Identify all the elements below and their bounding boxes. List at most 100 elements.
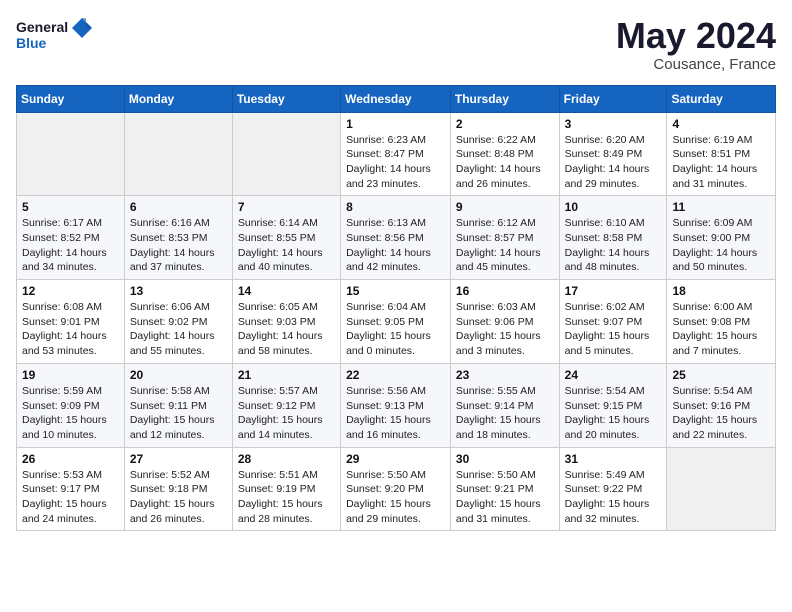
day-detail: Sunrise: 6:10 AMSunset: 8:58 PMDaylight:… <box>565 216 662 275</box>
sunset-text: Sunset: 9:08 PM <box>672 315 770 330</box>
table-row: 3Sunrise: 6:20 AMSunset: 8:49 PMDaylight… <box>559 112 667 196</box>
daylight-text-2: and 16 minutes. <box>346 428 445 443</box>
daylight-text-1: Daylight: 14 hours <box>130 329 227 344</box>
table-row: 21Sunrise: 5:57 AMSunset: 9:12 PMDayligh… <box>232 363 340 447</box>
daylight-text-2: and 50 minutes. <box>672 260 770 275</box>
sunset-text: Sunset: 8:52 PM <box>22 231 119 246</box>
day-detail: Sunrise: 6:17 AMSunset: 8:52 PMDaylight:… <box>22 216 119 275</box>
day-detail: Sunrise: 6:03 AMSunset: 9:06 PMDaylight:… <box>456 300 554 359</box>
daylight-text-1: Daylight: 14 hours <box>22 329 119 344</box>
col-sunday: Sunday <box>17 85 125 112</box>
day-detail: Sunrise: 6:04 AMSunset: 9:05 PMDaylight:… <box>346 300 445 359</box>
table-row: 6Sunrise: 6:16 AMSunset: 8:53 PMDaylight… <box>124 196 232 280</box>
daylight-text-2: and 42 minutes. <box>346 260 445 275</box>
table-row: 22Sunrise: 5:56 AMSunset: 9:13 PMDayligh… <box>341 363 451 447</box>
day-detail: Sunrise: 5:55 AMSunset: 9:14 PMDaylight:… <box>456 384 554 443</box>
sunset-text: Sunset: 9:03 PM <box>238 315 335 330</box>
day-detail: Sunrise: 5:58 AMSunset: 9:11 PMDaylight:… <box>130 384 227 443</box>
daylight-text-2: and 3 minutes. <box>456 344 554 359</box>
sunset-text: Sunset: 9:01 PM <box>22 315 119 330</box>
day-detail: Sunrise: 6:06 AMSunset: 9:02 PMDaylight:… <box>130 300 227 359</box>
sunrise-text: Sunrise: 5:55 AM <box>456 384 554 399</box>
daylight-text-1: Daylight: 14 hours <box>672 246 770 261</box>
day-number: 5 <box>22 200 119 214</box>
day-detail: Sunrise: 6:00 AMSunset: 9:08 PMDaylight:… <box>672 300 770 359</box>
day-number: 30 <box>456 452 554 466</box>
sunset-text: Sunset: 9:05 PM <box>346 315 445 330</box>
day-detail: Sunrise: 5:51 AMSunset: 9:19 PMDaylight:… <box>238 468 335 527</box>
daylight-text-2: and 58 minutes. <box>238 344 335 359</box>
day-number: 14 <box>238 284 335 298</box>
sunrise-text: Sunrise: 6:03 AM <box>456 300 554 315</box>
table-row: 19Sunrise: 5:59 AMSunset: 9:09 PMDayligh… <box>17 363 125 447</box>
daylight-text-1: Daylight: 14 hours <box>346 246 445 261</box>
daylight-text-2: and 29 minutes. <box>565 177 662 192</box>
sunset-text: Sunset: 9:17 PM <box>22 482 119 497</box>
day-number: 8 <box>346 200 445 214</box>
day-detail: Sunrise: 5:50 AMSunset: 9:21 PMDaylight:… <box>456 468 554 527</box>
daylight-text-2: and 31 minutes. <box>456 512 554 527</box>
daylight-text-1: Daylight: 15 hours <box>456 413 554 428</box>
daylight-text-1: Daylight: 15 hours <box>346 497 445 512</box>
logo: General Blue <box>16 16 96 60</box>
sunset-text: Sunset: 9:19 PM <box>238 482 335 497</box>
daylight-text-1: Daylight: 15 hours <box>565 413 662 428</box>
daylight-text-1: Daylight: 15 hours <box>565 497 662 512</box>
sunrise-text: Sunrise: 6:00 AM <box>672 300 770 315</box>
table-row: 16Sunrise: 6:03 AMSunset: 9:06 PMDayligh… <box>450 280 559 364</box>
day-number: 24 <box>565 368 662 382</box>
table-row: 14Sunrise: 6:05 AMSunset: 9:03 PMDayligh… <box>232 280 340 364</box>
sunset-text: Sunset: 8:58 PM <box>565 231 662 246</box>
month-title: May 2024 <box>616 16 776 56</box>
daylight-text-2: and 37 minutes. <box>130 260 227 275</box>
table-row: 20Sunrise: 5:58 AMSunset: 9:11 PMDayligh… <box>124 363 232 447</box>
daylight-text-2: and 22 minutes. <box>672 428 770 443</box>
daylight-text-1: Daylight: 15 hours <box>130 497 227 512</box>
svg-text:Blue: Blue <box>16 35 47 51</box>
col-monday: Monday <box>124 85 232 112</box>
day-detail: Sunrise: 5:53 AMSunset: 9:17 PMDaylight:… <box>22 468 119 527</box>
col-wednesday: Wednesday <box>341 85 451 112</box>
sunrise-text: Sunrise: 5:49 AM <box>565 468 662 483</box>
sunset-text: Sunset: 9:12 PM <box>238 399 335 414</box>
sunrise-text: Sunrise: 5:52 AM <box>130 468 227 483</box>
sunrise-text: Sunrise: 5:51 AM <box>238 468 335 483</box>
sunrise-text: Sunrise: 6:12 AM <box>456 216 554 231</box>
table-row: 17Sunrise: 6:02 AMSunset: 9:07 PMDayligh… <box>559 280 667 364</box>
daylight-text-2: and 48 minutes. <box>565 260 662 275</box>
sunset-text: Sunset: 8:49 PM <box>565 147 662 162</box>
sunrise-text: Sunrise: 6:19 AM <box>672 133 770 148</box>
sunrise-text: Sunrise: 6:20 AM <box>565 133 662 148</box>
day-detail: Sunrise: 5:59 AMSunset: 9:09 PMDaylight:… <box>22 384 119 443</box>
sunset-text: Sunset: 9:02 PM <box>130 315 227 330</box>
sunset-text: Sunset: 9:15 PM <box>565 399 662 414</box>
day-detail: Sunrise: 6:08 AMSunset: 9:01 PMDaylight:… <box>22 300 119 359</box>
day-number: 11 <box>672 200 770 214</box>
location: Cousance, France <box>616 56 776 73</box>
day-detail: Sunrise: 5:54 AMSunset: 9:16 PMDaylight:… <box>672 384 770 443</box>
calendar-header-row: Sunday Monday Tuesday Wednesday Thursday… <box>17 85 776 112</box>
sunrise-text: Sunrise: 5:54 AM <box>672 384 770 399</box>
daylight-text-1: Daylight: 15 hours <box>346 413 445 428</box>
sunrise-text: Sunrise: 6:09 AM <box>672 216 770 231</box>
sunset-text: Sunset: 9:07 PM <box>565 315 662 330</box>
sunrise-text: Sunrise: 6:10 AM <box>565 216 662 231</box>
table-row: 11 Sunrise: 6:09 AMSunset: 9:00 PMDayligh… <box>667 196 776 280</box>
daylight-text-2: and 34 minutes. <box>22 260 119 275</box>
daylight-text-2: and 23 minutes. <box>346 177 445 192</box>
daylight-text-2: and 53 minutes. <box>22 344 119 359</box>
day-number: 22 <box>346 368 445 382</box>
calendar-week-row: 1Sunrise: 6:23 AMSunset: 8:47 PMDaylight… <box>17 112 776 196</box>
table-row: 15 Sunrise: 6:04 AMSunset: 9:05 PMDayligh… <box>341 280 451 364</box>
title-block: May 2024 Cousance, France <box>616 16 776 73</box>
calendar-week-row: 12Sunrise: 6:08 AMSunset: 9:01 PMDayligh… <box>17 280 776 364</box>
day-number: 15 <box>346 284 445 298</box>
sunset-text: Sunset: 9:09 PM <box>22 399 119 414</box>
day-number: 4 <box>672 117 770 131</box>
daylight-text-2: and 28 minutes. <box>238 512 335 527</box>
sunset-text: Sunset: 9:00 PM <box>672 231 770 246</box>
daylight-text-2: and 26 minutes. <box>130 512 227 527</box>
day-number: 23 <box>456 368 554 382</box>
daylight-text-1: Daylight: 15 hours <box>238 497 335 512</box>
daylight-text-1: Daylight: 14 hours <box>456 162 554 177</box>
